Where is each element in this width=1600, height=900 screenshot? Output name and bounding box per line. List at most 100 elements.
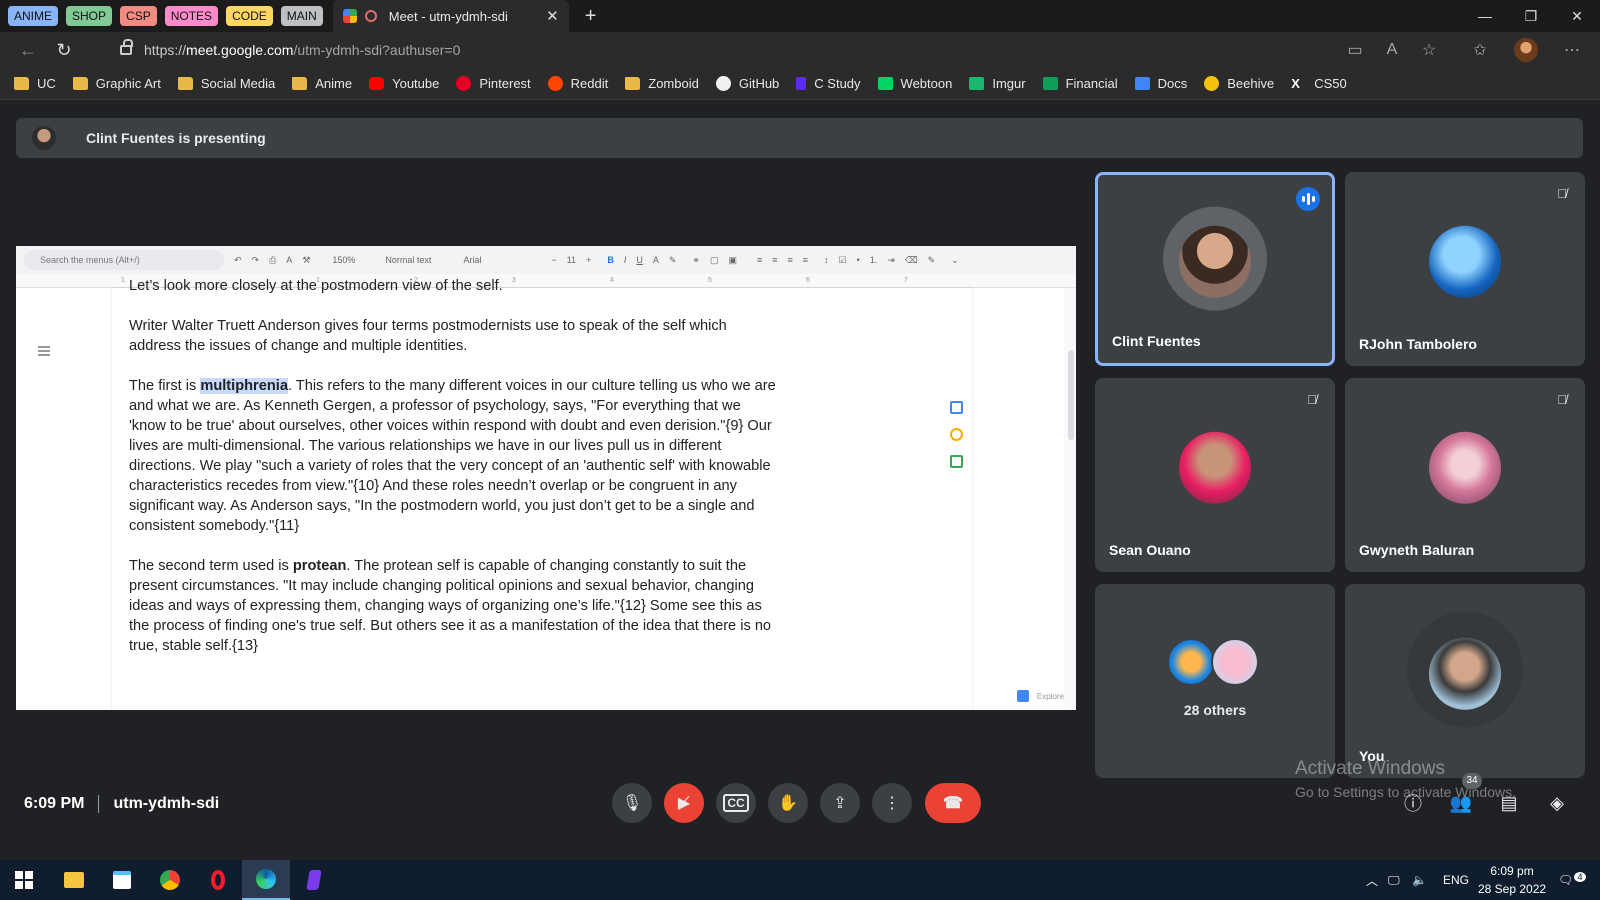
bookmark-beehive[interactable]: Beehive	[1204, 76, 1274, 91]
mic-button[interactable]: 🎙	[612, 783, 652, 823]
notifications-icon[interactable]: 🗨	[1558, 860, 1573, 900]
leave-call-button[interactable]: ☎	[925, 783, 981, 823]
doc-body: Let’s look more closely at the postmoder…	[129, 276, 779, 676]
avatar	[1179, 431, 1251, 504]
new-tab-icon[interactable]: +	[585, 5, 597, 28]
taskbar-clock[interactable]: 6:09 pm 28 Sep 2022	[1478, 862, 1546, 898]
chat-icon[interactable]: ▤	[1496, 790, 1522, 816]
tab-group-shop[interactable]: SHOP	[66, 6, 113, 26]
participant-tile-sean[interactable]: 🎙̸ Sean Ouano	[1095, 378, 1335, 572]
url-field[interactable]: https://meet.google.com/utm-ydmh-sdi?aut…	[100, 36, 1330, 64]
more-menu-icon[interactable]: ⋯	[1554, 32, 1590, 68]
italic-icon: I	[623, 255, 627, 265]
reload-icon[interactable]: ↻	[46, 40, 82, 61]
participant-tile-you[interactable]: You	[1345, 584, 1585, 778]
chrome-icon[interactable]	[146, 860, 194, 900]
edge-icon[interactable]	[242, 860, 290, 900]
tab-close-icon[interactable]: ✕	[546, 7, 559, 25]
url-scheme: https://	[144, 42, 187, 58]
tab-group-code[interactable]: CODE	[226, 6, 273, 26]
more-options-button[interactable]: ⋮	[872, 783, 912, 823]
bookmark-docs[interactable]: Docs	[1134, 76, 1187, 91]
bookmark-github[interactable]: GitHub	[715, 76, 779, 91]
underline-icon: U	[636, 255, 643, 265]
add-comment-icon	[950, 401, 963, 414]
camera-off-icon: ▶̸	[677, 795, 691, 812]
tab-meet[interactable]: Meet - utm-ydmh-sdi ✕	[332, 0, 569, 32]
mic-icon: 🎙	[621, 795, 643, 812]
bookmark-reddit[interactable]: Reddit	[547, 76, 608, 91]
opera-icon[interactable]	[194, 860, 242, 900]
numbered-list-icon: 1.	[869, 255, 878, 265]
volume-icon[interactable]: 🔈	[1412, 860, 1427, 900]
hangup-icon: ☎	[943, 795, 963, 812]
bookmark-pinterest[interactable]: Pinterest	[456, 76, 531, 91]
obsidian-icon[interactable]	[290, 860, 338, 900]
tab-group-notes[interactable]: NOTES	[164, 6, 219, 26]
bookmark-youtube[interactable]: Youtube	[369, 76, 439, 91]
language-indicator[interactable]: ENG	[1443, 860, 1469, 900]
folder-icon	[625, 77, 641, 90]
youtube-icon	[369, 77, 385, 90]
doc-paragraph: The first is multiphrenia. This refers t…	[129, 378, 776, 534]
pinterest-icon	[456, 76, 472, 91]
more-vert-icon: ⋮	[884, 795, 900, 812]
store-icon[interactable]	[98, 860, 146, 900]
camera-off-button[interactable]: ▶̸	[664, 783, 704, 823]
line-spacing-icon: ↕	[824, 255, 829, 265]
network-icon[interactable]: 🖵	[1388, 860, 1400, 900]
show-hidden-icons[interactable]: ︿	[1366, 860, 1378, 900]
camera-icon[interactable]: ▭	[1337, 32, 1373, 68]
profile-icon[interactable]	[1508, 32, 1544, 68]
tab-group-anime[interactable]: ANIME	[8, 6, 59, 26]
style-select: Normal text	[385, 255, 432, 265]
bookmark-c-study[interactable]: C Study	[796, 76, 861, 91]
bold-term: protean	[292, 558, 347, 574]
bookmark-uc[interactable]: UC	[14, 76, 56, 91]
meeting-details-icon[interactable]: ⓘ	[1400, 790, 1426, 816]
participant-tile-gwyneth[interactable]: 🎙̸ Gwyneth Baluran	[1345, 378, 1585, 572]
bookmark-zomboid[interactable]: Zomboid	[625, 76, 699, 91]
bookmark-graphic-art[interactable]: Graphic Art	[72, 76, 161, 91]
clear-format-icon: ⌫	[904, 254, 918, 265]
presenter-avatar	[32, 126, 56, 150]
folder-icon	[72, 77, 88, 90]
doc-side-actions	[950, 401, 968, 482]
restore-icon[interactable]: ❐	[1508, 0, 1554, 32]
activities-icon[interactable]: ◈	[1544, 790, 1570, 816]
github-icon	[715, 76, 731, 91]
bullet-list-icon: •	[856, 255, 860, 265]
people-icon[interactable]: 👥	[1448, 790, 1474, 816]
raise-hand-button[interactable]: ✋	[768, 783, 808, 823]
start-button[interactable]	[0, 860, 48, 900]
participant-tile-rjohn[interactable]: 🎙̸ RJohn Tambolero	[1345, 172, 1585, 366]
add-favorite-icon[interactable]: ☆	[1411, 32, 1447, 68]
minimize-icon[interactable]: —	[1462, 0, 1508, 32]
sheets-icon	[1042, 77, 1058, 90]
font-size-minus-icon: −	[551, 255, 557, 265]
avatar	[1167, 638, 1215, 686]
back-icon[interactable]: ←	[10, 40, 46, 61]
favorites-icon[interactable]: ✩	[1462, 32, 1498, 68]
bookmark-imgur[interactable]: Imgur	[969, 76, 1026, 91]
tab-group-main[interactable]: MAIN	[280, 6, 323, 26]
folder-icon	[292, 77, 308, 90]
lock-icon	[120, 39, 133, 55]
meet-favicon-icon	[342, 9, 357, 23]
tab-group-csp[interactable]: CSP	[120, 6, 157, 26]
file-explorer-icon[interactable]	[50, 860, 98, 900]
bookmark-cs50[interactable]: X CS50	[1291, 76, 1347, 91]
zoom-select: 150%	[332, 255, 356, 265]
captions-button[interactable]: CC	[716, 783, 756, 823]
present-button[interactable]: ⇪	[820, 783, 860, 823]
participant-tile-clint[interactable]: Clint Fuentes	[1095, 172, 1335, 366]
window-close-icon[interactable]: ✕	[1554, 0, 1600, 32]
bookmark-webtoon[interactable]: Webtoon	[877, 76, 952, 91]
participant-tile-others[interactable]: 28 others	[1095, 584, 1335, 778]
bookmarks-bar: UC Graphic Art Social Media Anime Youtub…	[0, 68, 1600, 100]
read-aloud-icon[interactable]: A	[1374, 32, 1410, 68]
meeting-code: utm-ydmh-sdi	[113, 795, 220, 812]
bookmark-financial[interactable]: Financial	[1042, 76, 1118, 91]
bookmark-anime[interactable]: Anime	[292, 76, 352, 91]
bookmark-social-media[interactable]: Social Media	[177, 76, 275, 91]
